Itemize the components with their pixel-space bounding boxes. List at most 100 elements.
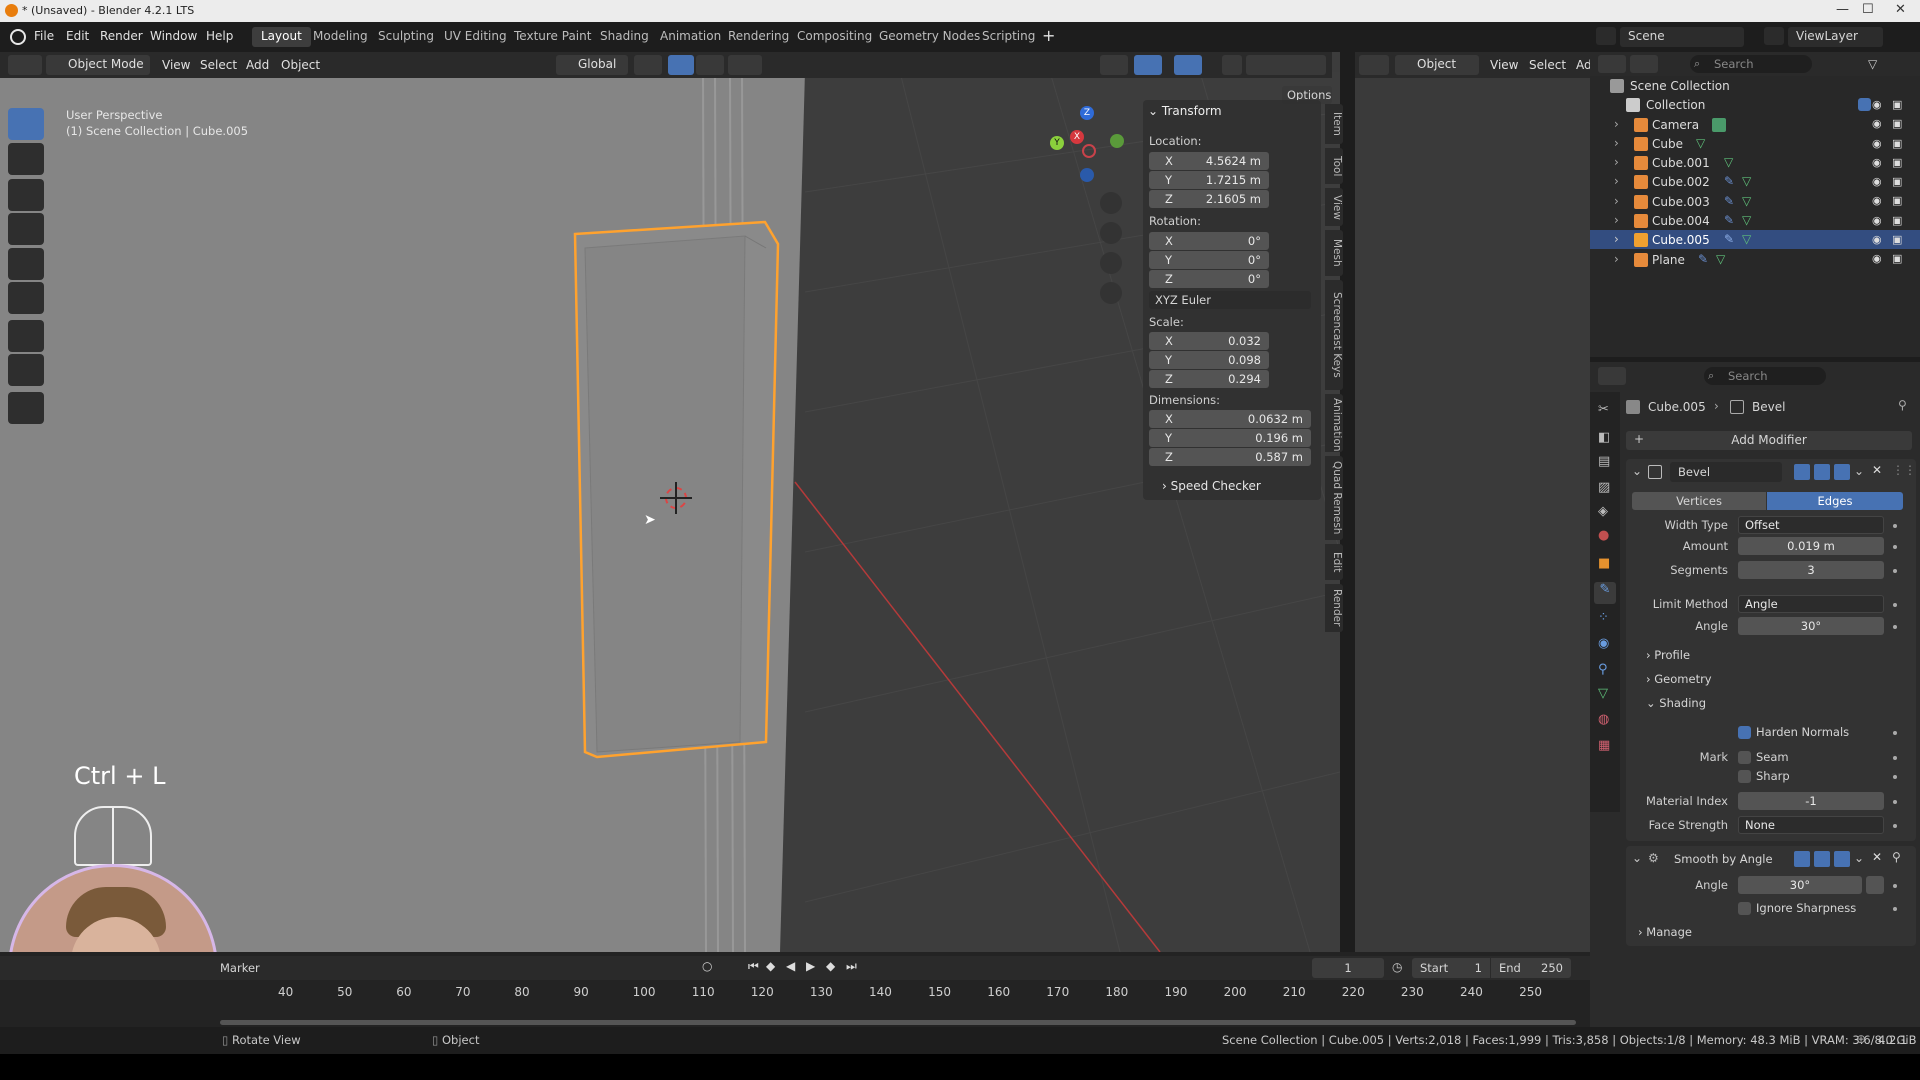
tab-render[interactable]: Render: [1325, 584, 1343, 632]
keyframe-dot-icon[interactable]: [1893, 824, 1897, 828]
eye-icon[interactable]: ◉: [1872, 233, 1882, 246]
outliner-item-cube-004[interactable]: › Cube.004 ✎ ▽: [1590, 211, 1920, 230]
render-camera-icon[interactable]: ▣: [1892, 156, 1902, 169]
gizmo-z-axis[interactable]: Z: [1080, 106, 1094, 120]
jump-start-icon[interactable]: ⏮: [748, 959, 759, 974]
keyframe-dot-icon[interactable]: [1893, 731, 1897, 735]
scene-browse-icon[interactable]: [1596, 27, 1616, 45]
ignore-sharpness-checkbox[interactable]: [1738, 902, 1751, 915]
speed-checker-panel[interactable]: › Speed Checker: [1162, 479, 1261, 493]
transform-tool-icon[interactable]: [8, 282, 44, 314]
menu-help[interactable]: Help: [206, 29, 233, 43]
geometry-subpanel[interactable]: › Geometry: [1646, 672, 1712, 686]
dimensions-y-field[interactable]: 0.196 m: [1255, 431, 1303, 445]
tab-animation[interactable]: Animation: [1325, 394, 1343, 452]
eye-icon[interactable]: ◉: [1872, 137, 1882, 150]
menu-select-2[interactable]: Select: [1529, 58, 1566, 72]
proportional-edit-icon[interactable]: [728, 55, 762, 75]
tab-shading[interactable]: Shading: [591, 27, 658, 47]
edit-mode-toggle-icon[interactable]: [1794, 464, 1810, 480]
add-modifier-button[interactable]: + Add Modifier: [1626, 431, 1912, 450]
shading-subpanel[interactable]: ⌄ Shading: [1646, 696, 1706, 710]
tab-sculpting[interactable]: Sculpting: [369, 27, 443, 47]
collapse-icon[interactable]: ⌄: [1632, 464, 1642, 478]
seam-checkbox[interactable]: [1738, 751, 1751, 764]
ortho-grid-icon[interactable]: [1100, 282, 1122, 304]
cursor-tool-icon[interactable]: [8, 143, 44, 175]
viewport-toggle-icon[interactable]: [1814, 851, 1830, 867]
menu-select[interactable]: Select: [200, 58, 237, 72]
properties-editor-icon[interactable]: [1598, 367, 1626, 385]
gizmo-y-axis[interactable]: Y: [1050, 136, 1064, 150]
rotate-tool-icon[interactable]: [8, 213, 44, 245]
tab-item[interactable]: Item: [1325, 104, 1343, 144]
tab-rendering[interactable]: Rendering: [719, 27, 798, 47]
maximize-icon[interactable]: ☐: [1862, 2, 1874, 17]
keyframe-dot-icon[interactable]: [1893, 524, 1897, 528]
jump-end-icon[interactable]: ⏭: [846, 959, 857, 974]
render-camera-icon[interactable]: ▣: [1892, 98, 1902, 111]
right-viewport[interactable]: [1355, 78, 1590, 952]
pin-icon[interactable]: ⚲: [1898, 398, 1907, 412]
editor-type-2-icon[interactable]: [1359, 55, 1389, 75]
keyframe-dot-icon[interactable]: [1893, 775, 1897, 779]
outliner-item-cube[interactable]: › Cube ▽: [1590, 134, 1920, 153]
node-socket-icon[interactable]: [1866, 876, 1884, 894]
expand-icon[interactable]: ›: [1614, 136, 1619, 150]
dimensions-z-field[interactable]: 0.587 m: [1255, 450, 1303, 464]
prev-keyframe-icon[interactable]: ◆: [766, 959, 775, 973]
tab-screencast-keys[interactable]: Screencast Keys: [1325, 280, 1343, 390]
tab-modeling[interactable]: Modeling: [304, 27, 377, 47]
remove-modifier-icon[interactable]: ✕: [1872, 850, 1882, 864]
shading-modes-icon[interactable]: [1246, 55, 1326, 75]
width-type-dropdown[interactable]: Offset: [1738, 516, 1884, 534]
outliner-item-cube-001[interactable]: › Cube.001 ▽: [1590, 153, 1920, 172]
xray-icon[interactable]: [1222, 55, 1242, 75]
keyframe-dot-icon[interactable]: [1893, 800, 1897, 804]
rotation-z-field[interactable]: 0°: [1248, 272, 1261, 286]
remove-modifier-icon[interactable]: ✕: [1872, 463, 1882, 477]
collection-checkbox[interactable]: [1858, 98, 1871, 111]
overlay-toggle-icon[interactable]: [1174, 55, 1202, 75]
expand-icon[interactable]: ›: [1614, 194, 1619, 208]
auto-keying-icon[interactable]: ○: [702, 959, 712, 973]
transform-orientation-dropdown[interactable]: Global: [556, 55, 628, 75]
eye-icon[interactable]: ◉: [1872, 156, 1882, 169]
tab-uv-editing[interactable]: UV Editing: [435, 27, 516, 47]
face-strength-dropdown[interactable]: None: [1738, 816, 1884, 834]
render-camera-icon[interactable]: ▣: [1892, 214, 1902, 227]
material-tab-icon[interactable]: ◍: [1598, 712, 1609, 727]
tab-edit[interactable]: Edit: [1325, 544, 1343, 580]
rotation-y-field[interactable]: 0°: [1248, 253, 1261, 267]
keyframe-dot-icon[interactable]: [1893, 907, 1897, 911]
tab-view[interactable]: View: [1325, 188, 1343, 226]
eye-icon[interactable]: ◉: [1872, 252, 1882, 265]
scene-tab-icon[interactable]: ◈: [1598, 504, 1608, 519]
eye-icon[interactable]: ◉: [1872, 98, 1882, 111]
minimize-icon[interactable]: —: [1836, 2, 1849, 17]
display-mode-icon[interactable]: [1630, 55, 1658, 73]
camera-view-icon[interactable]: [1100, 252, 1122, 274]
render-toggle-icon[interactable]: [1834, 851, 1850, 867]
modifier-tab-icon[interactable]: ✎: [1594, 582, 1616, 604]
play-icon[interactable]: ▶: [806, 959, 815, 973]
menu-add[interactable]: Add: [246, 58, 269, 72]
marker-menu[interactable]: Marker: [220, 961, 260, 975]
annotate-tool-icon[interactable]: [8, 320, 44, 352]
menu-window[interactable]: Window: [150, 29, 197, 43]
render-camera-icon[interactable]: ▣: [1892, 117, 1902, 130]
outliner-collection[interactable]: Collection: [1590, 95, 1920, 114]
timeline-scrollbar[interactable]: [220, 1020, 1576, 1025]
view-layer-icon[interactable]: [1764, 27, 1784, 45]
tab-texture-paint[interactable]: Texture Paint: [505, 27, 600, 47]
3d-viewport[interactable]: User Perspective (1) Scene Collection | …: [0, 52, 1340, 952]
editor-type-icon[interactable]: [8, 55, 42, 75]
render-camera-icon[interactable]: ▣: [1892, 233, 1902, 246]
view-layer-field[interactable]: ViewLayer: [1788, 27, 1883, 47]
scene-field[interactable]: Scene: [1620, 27, 1744, 47]
render-camera-icon[interactable]: ▣: [1892, 175, 1902, 188]
zoom-icon[interactable]: [1100, 192, 1122, 214]
keyframe-dot-icon[interactable]: [1893, 569, 1897, 573]
preview-range-icon[interactable]: ◷: [1392, 960, 1402, 974]
keyframe-dot-icon[interactable]: [1893, 884, 1897, 888]
